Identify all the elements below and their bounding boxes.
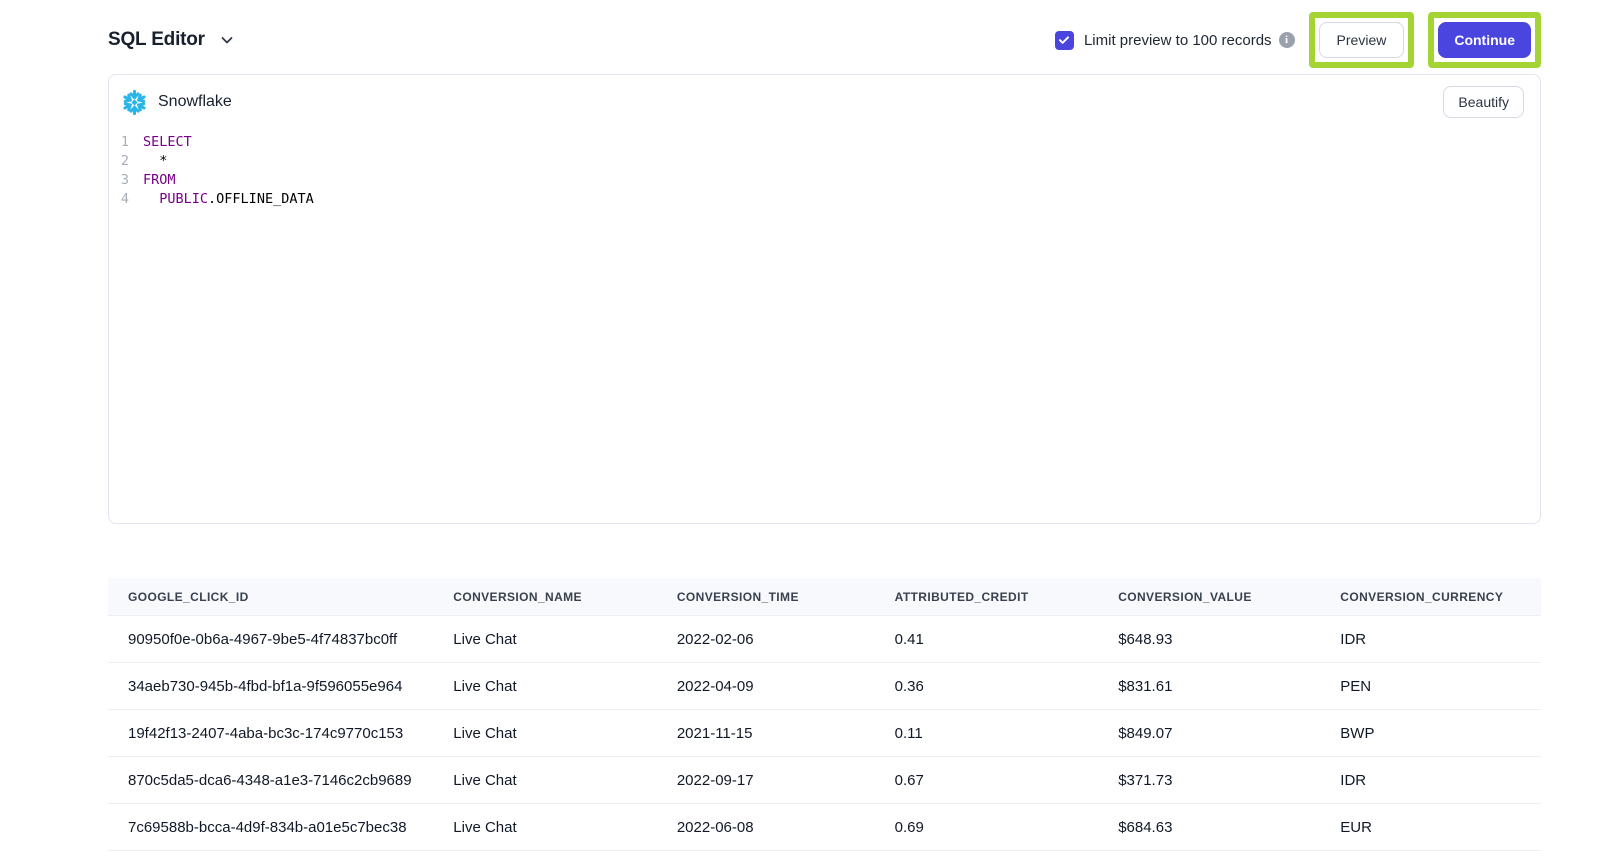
table-cell: 2021-11-15 [657, 725, 875, 742]
chevron-down-icon [219, 32, 235, 48]
column-header: ATTRIBUTED_CREDIT [875, 590, 1099, 604]
source-group: Snowflake [121, 89, 232, 116]
table-cell: 2022-04-09 [657, 678, 875, 695]
table-cell: IDR [1320, 631, 1541, 648]
top-actions: Limit preview to 100 records i Preview C… [1055, 12, 1541, 68]
code-text: * [143, 152, 167, 171]
table-cell: 2022-06-08 [657, 819, 875, 836]
sql-editor-panel: Snowflake Beautify 1SELECT2 *3FROM4 PUBL… [108, 74, 1541, 524]
preview-annotation-box: Preview [1309, 12, 1415, 68]
table-cell: Live Chat [433, 725, 657, 742]
column-header: CONVERSION_VALUE [1098, 590, 1320, 604]
table-cell: $831.61 [1098, 678, 1320, 695]
table-cell: EUR [1320, 819, 1541, 836]
table-cell: 870c5da5-dca6-4348-a1e3-7146c2cb9689 [108, 772, 433, 789]
limit-preview-label: Limit preview to 100 records [1084, 32, 1272, 49]
continue-button[interactable]: Continue [1438, 22, 1531, 58]
table-cell: Live Chat [433, 819, 657, 836]
table-cell: Live Chat [433, 678, 657, 695]
page: SQL Editor Limit preview to 100 records … [108, 0, 1541, 851]
table-row: 870c5da5-dca6-4348-a1e3-7146c2cb9689Live… [108, 757, 1541, 804]
table-cell: Live Chat [433, 772, 657, 789]
title-dropdown-button[interactable] [217, 30, 237, 50]
column-header: CONVERSION_NAME [433, 590, 657, 604]
table-cell: 0.36 [875, 678, 1099, 695]
line-number: 3 [109, 171, 143, 190]
code-text: SELECT [143, 133, 192, 152]
table-cell: 0.41 [875, 631, 1099, 648]
table-cell: 0.67 [875, 772, 1099, 789]
source-name: Snowflake [158, 93, 232, 111]
top-bar: SQL Editor Limit preview to 100 records … [108, 0, 1541, 66]
table-cell: $849.07 [1098, 725, 1320, 742]
table-row: 7c69588b-bcca-4d9f-834b-a01e5c7bec38Live… [108, 804, 1541, 851]
table-cell: $684.63 [1098, 819, 1320, 836]
code-text: PUBLIC.OFFLINE_DATA [143, 190, 314, 209]
snowflake-icon [121, 89, 148, 116]
table-cell: IDR [1320, 772, 1541, 789]
line-number: 4 [109, 190, 143, 209]
table-cell: 34aeb730-945b-4fbd-bf1a-9f596055e964 [108, 678, 433, 695]
column-header: CONVERSION_TIME [657, 590, 875, 604]
line-number: 2 [109, 152, 143, 171]
column-header: CONVERSION_CURRENCY [1320, 590, 1541, 604]
code-line: 4 PUBLIC.OFFLINE_DATA [109, 190, 1540, 209]
info-icon[interactable]: i [1279, 32, 1295, 48]
table-cell: Live Chat [433, 631, 657, 648]
results-table: GOOGLE_CLICK_IDCONVERSION_NAMECONVERSION… [108, 578, 1541, 851]
table-cell: 2022-02-06 [657, 631, 875, 648]
table-cell: $648.93 [1098, 631, 1320, 648]
table-cell: 90950f0e-0b6a-4967-9be5-4f74837bc0ff [108, 631, 433, 648]
table-cell: 0.69 [875, 819, 1099, 836]
table-cell: 7c69588b-bcca-4d9f-834b-a01e5c7bec38 [108, 819, 433, 836]
table-row: 90950f0e-0b6a-4967-9be5-4f74837bc0ffLive… [108, 616, 1541, 663]
table-cell: PEN [1320, 678, 1541, 695]
continue-annotation-box: Continue [1428, 12, 1541, 68]
column-header: GOOGLE_CLICK_ID [108, 590, 433, 604]
table-row: 19f42f13-2407-4aba-bc3c-174c9770c153Live… [108, 710, 1541, 757]
line-number: 1 [109, 133, 143, 152]
limit-preview-checkbox[interactable] [1055, 31, 1074, 50]
table-body: 90950f0e-0b6a-4967-9be5-4f74837bc0ffLive… [108, 616, 1541, 851]
preview-button[interactable]: Preview [1319, 22, 1405, 58]
editor-header: Snowflake Beautify [109, 75, 1540, 127]
table-cell: 0.11 [875, 725, 1099, 742]
table-cell: BWP [1320, 725, 1541, 742]
code-line: 1SELECT [109, 133, 1540, 152]
limit-preview-control[interactable]: Limit preview to 100 records [1055, 31, 1272, 50]
table-row: 34aeb730-945b-4fbd-bf1a-9f596055e964Live… [108, 663, 1541, 710]
table-header-row: GOOGLE_CLICK_IDCONVERSION_NAMECONVERSION… [108, 578, 1541, 616]
checkmark-icon [1058, 34, 1070, 46]
page-title: SQL Editor [108, 29, 205, 51]
code-line: 2 * [109, 152, 1540, 171]
code-text: FROM [143, 171, 176, 190]
table-cell: 2022-09-17 [657, 772, 875, 789]
sql-code-editor[interactable]: 1SELECT2 *3FROM4 PUBLIC.OFFLINE_DATA [109, 127, 1540, 523]
table-cell: $371.73 [1098, 772, 1320, 789]
title-group: SQL Editor [108, 29, 237, 51]
beautify-button[interactable]: Beautify [1443, 86, 1524, 118]
code-line: 3FROM [109, 171, 1540, 190]
table-cell: 19f42f13-2407-4aba-bc3c-174c9770c153 [108, 725, 433, 742]
